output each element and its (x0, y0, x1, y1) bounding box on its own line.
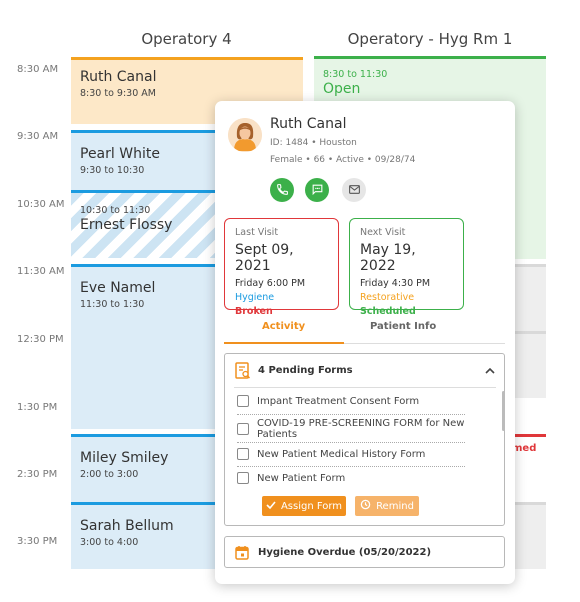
time-label: 10:30 AM (17, 199, 65, 210)
last-visit-label: Last Visit (235, 227, 279, 238)
forms-icon (235, 362, 251, 384)
next-visit-label: Next Visit (360, 227, 406, 238)
tab-activity[interactable]: Activity (262, 321, 305, 332)
patient-id: ID: 1484 • Houston (270, 138, 357, 148)
form-item[interactable]: New Patient Medical History Form (237, 448, 465, 460)
form-separator (237, 442, 465, 443)
last-visit-card[interactable]: Last Visit Sept 09, 2021 Friday 6:00 PM … (224, 218, 339, 317)
hygiene-overdue-panel[interactable]: Hygiene Overdue (05/20/2022) (224, 536, 505, 568)
time-label: 1:30 PM (17, 402, 58, 413)
form-checkbox[interactable] (237, 395, 249, 407)
forms-title: 4 Pending Forms (258, 365, 353, 376)
remind-label: Remind (376, 500, 414, 512)
check-icon (266, 500, 276, 513)
form-checkbox[interactable] (237, 448, 249, 460)
column-header-hyg-rm-1: Operatory - Hyg Rm 1 (347, 30, 513, 48)
forms-scrollbar[interactable] (502, 391, 505, 431)
time-label: 8:30 AM (17, 64, 59, 75)
last-visit-status: Broken (235, 306, 273, 317)
mail-button[interactable] (342, 178, 366, 202)
last-visit-date: Sept 09, 2021 (235, 242, 294, 274)
patient-name: Ruth Canal (270, 116, 347, 132)
open-slot-time: 8:30 to 11:30 (323, 69, 388, 80)
phone-button[interactable] (270, 178, 294, 202)
appointment-name: Ruth Canal (80, 69, 157, 85)
form-separator (237, 414, 465, 415)
time-label: 12:30 PM (17, 334, 64, 345)
next-visit-date: May 19, 2022 (360, 242, 416, 274)
history-icon (360, 499, 371, 513)
last-visit-time: Friday 6:00 PM (235, 278, 306, 289)
form-item[interactable]: Impant Treatment Consent Form (237, 395, 465, 407)
phone-icon (276, 181, 289, 200)
form-label: Impant Treatment Consent Form (257, 395, 420, 407)
open-slot-label: Open (323, 81, 361, 97)
next-visit-type: Restorative (360, 292, 415, 303)
calendar-icon (235, 545, 249, 564)
form-separator (237, 466, 465, 467)
next-visit-status: Scheduled (360, 306, 416, 317)
mail-icon (348, 181, 361, 200)
column-header-operatory-4: Operatory 4 (141, 30, 232, 48)
form-label: COVID-19 PRE-SCREENING FORM for New Pati… (257, 418, 465, 440)
time-label: 3:30 PM (17, 536, 58, 547)
form-checkbox[interactable] (237, 472, 249, 484)
form-checkbox[interactable] (237, 423, 249, 435)
time-label: 2:30 PM (17, 469, 58, 480)
chat-icon (311, 181, 324, 200)
appointment-partial-status: med (512, 443, 537, 454)
hygiene-overdue-label: Hygiene Overdue (05/20/2022) (258, 547, 432, 558)
form-item[interactable]: COVID-19 PRE-SCREENING FORM for New Pati… (237, 418, 465, 440)
next-visit-time: Friday 4:30 PM (360, 278, 431, 289)
patient-popup: Ruth Canal ID: 1484 • Houston Female • 6… (215, 101, 515, 584)
form-item[interactable]: New Patient Form (237, 472, 465, 484)
assign-form-label: Assign Form (280, 500, 343, 512)
next-visit-card[interactable]: Next Visit May 19, 2022 Friday 4:30 PM R… (349, 218, 464, 317)
appointment-time: 8:30 to 9:30 AM (80, 88, 156, 99)
avatar (228, 118, 262, 152)
time-label: 9:30 AM (17, 131, 59, 142)
last-visit-type: Hygiene (235, 292, 275, 303)
assign-form-button[interactable]: Assign Form (262, 496, 346, 516)
time-label: 11:30 AM (17, 266, 65, 277)
tab-patient-info[interactable]: Patient Info (370, 321, 436, 332)
forms-divider (234, 387, 496, 388)
form-label: New Patient Form (257, 472, 346, 484)
pending-forms-panel: 4 Pending Forms Impant Treatment Consent… (224, 353, 505, 526)
chat-button[interactable] (305, 178, 329, 202)
remind-button[interactable]: Remind (355, 496, 419, 516)
form-label: New Patient Medical History Form (257, 448, 426, 460)
tab-active-indicator (224, 342, 344, 344)
chevron-up-icon[interactable] (484, 362, 496, 381)
patient-info: Female • 66 • Active • 09/28/74 (270, 155, 416, 165)
